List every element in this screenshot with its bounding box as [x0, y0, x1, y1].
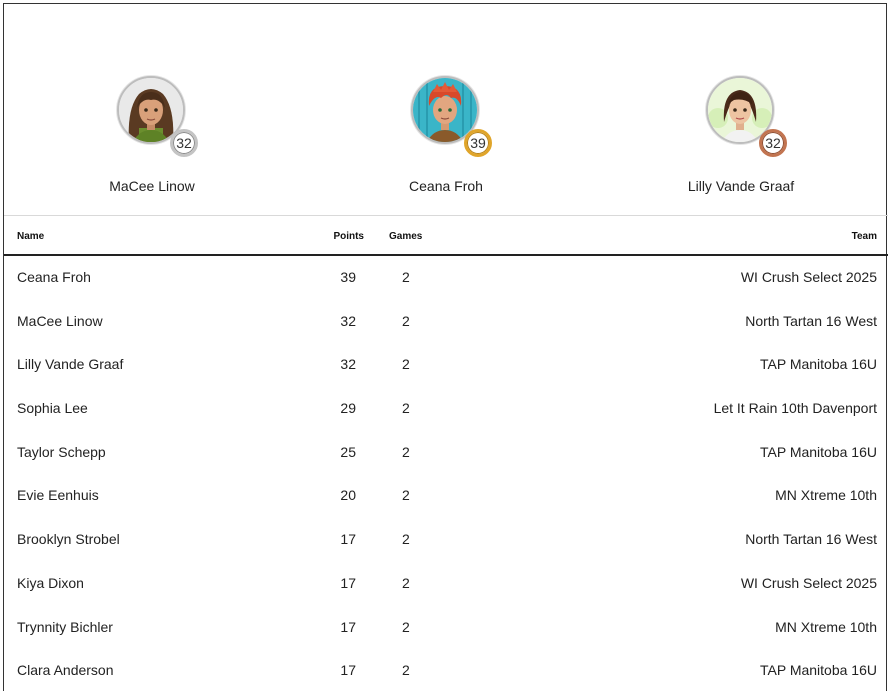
cell-games: 2: [402, 574, 410, 591]
cell-team: MN Xtreme 10th: [775, 618, 877, 635]
cell-team: TAP Manitoba 16U: [760, 662, 877, 679]
cell-name: MaCee Linow: [17, 312, 103, 329]
cell-games: 2: [402, 662, 410, 679]
cell-points: 25: [340, 443, 356, 460]
cell-points: 39: [340, 269, 356, 285]
cell-team: WI Crush Select 2025: [740, 269, 877, 285]
table-row[interactable]: Ceana Froh 39 2 WI Crush Select 2025: [4, 256, 888, 300]
table-row[interactable]: Lilly Vande Graaf 32 2 TAP Manitoba 16U: [4, 343, 888, 387]
table-row[interactable]: Sophia Lee 29 2 Let It Rain 10th Davenpo…: [4, 387, 888, 431]
avatar-wrap: 32: [117, 76, 198, 157]
podium-place-left[interactable]: 32 MaCee Linow: [52, 76, 252, 194]
cell-name: Lilly Vande Graaf: [17, 356, 124, 373]
score-badge: 32: [759, 129, 787, 157]
cell-name: Brooklyn Strobel: [17, 531, 120, 548]
cell-games: 2: [402, 443, 410, 460]
cell-name: Ceana Froh: [17, 269, 91, 285]
cell-team: North Tartan 16 West: [745, 531, 877, 548]
cell-games: 2: [402, 400, 410, 417]
cell-team: North Tartan 16 West: [745, 312, 877, 329]
cell-points: 29: [340, 400, 356, 417]
table-row[interactable]: Trynnity Bichler 17 2 MN Xtreme 10th: [4, 606, 888, 650]
podium-name: Lilly Vande Graaf: [687, 178, 795, 194]
cell-team: Let It Rain 10th Davenport: [713, 400, 877, 417]
leaderboard-panel: 32 MaCee Linow 39 Ceana Froh 32 Lilly Va…: [3, 3, 888, 691]
column-header-points[interactable]: Points: [322, 231, 364, 242]
cell-team: WI Crush Select 2025: [740, 574, 877, 591]
podium-name: MaCee Linow: [109, 178, 195, 194]
cell-points: 32: [340, 312, 356, 329]
cell-team: TAP Manitoba 16U: [760, 356, 877, 373]
cell-points: 17: [340, 531, 356, 548]
cell-name: Clara Anderson: [17, 662, 114, 679]
podium-place-right[interactable]: 32 Lilly Vande Graaf: [641, 76, 841, 194]
cell-games: 2: [402, 269, 410, 285]
cell-team: MN Xtreme 10th: [775, 487, 877, 504]
score-badge: 32: [170, 129, 198, 157]
cell-name: Evie Eenhuis: [17, 487, 99, 504]
cell-name: Sophia Lee: [17, 400, 88, 417]
table-row[interactable]: Clara Anderson 17 2 TAP Manitoba 16U: [4, 649, 888, 691]
column-header-games[interactable]: Games: [389, 231, 422, 242]
cell-points: 32: [340, 356, 356, 373]
cell-name: Trynnity Bichler: [17, 618, 113, 635]
cell-points: 20: [340, 487, 356, 504]
cell-team: TAP Manitoba 16U: [760, 443, 877, 460]
avatar-wrap: 32: [706, 76, 787, 157]
table-row[interactable]: Brooklyn Strobel 17 2 North Tartan 16 We…: [4, 518, 888, 562]
column-header-name[interactable]: Name: [17, 231, 44, 242]
avatar-wrap: 39: [411, 76, 492, 157]
cell-points: 17: [340, 662, 356, 679]
table-row[interactable]: Kiya Dixon 17 2 WI Crush Select 2025: [4, 562, 888, 606]
cell-points: 17: [340, 574, 356, 591]
cell-points: 17: [340, 618, 356, 635]
cell-games: 2: [402, 618, 410, 635]
cell-games: 2: [402, 312, 410, 329]
table-header: Name Points Games Team: [4, 215, 888, 256]
cell-name: Taylor Schepp: [17, 443, 106, 460]
podium-name: Ceana Froh: [409, 178, 483, 194]
podium-place-center[interactable]: 39 Ceana Froh: [346, 76, 546, 194]
podium: 32 MaCee Linow 39 Ceana Froh 32 Lilly Va…: [4, 4, 888, 216]
table-row[interactable]: Taylor Schepp 25 2 TAP Manitoba 16U: [4, 431, 888, 475]
column-header-team[interactable]: Team: [852, 231, 877, 242]
table-row[interactable]: Evie Eenhuis 20 2 MN Xtreme 10th: [4, 474, 888, 518]
cell-games: 2: [402, 531, 410, 548]
cell-games: 2: [402, 487, 410, 504]
cell-name: Kiya Dixon: [17, 574, 84, 591]
score-badge: 39: [464, 129, 492, 157]
cell-games: 2: [402, 356, 410, 373]
table-row[interactable]: MaCee Linow 32 2 North Tartan 16 West: [4, 300, 888, 344]
leaderboard-table: Name Points Games Team Ceana Froh 39 2 W…: [4, 215, 888, 691]
